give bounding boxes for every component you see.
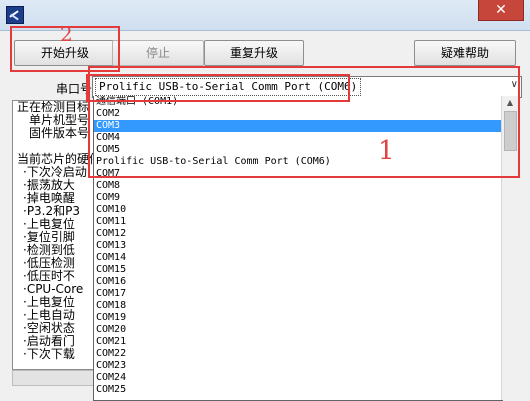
stop-button[interactable]: 停止 [112, 40, 204, 66]
repeat-upgrade-button[interactable]: 重复升级 [204, 40, 304, 66]
annotation-number-1: 1 [378, 136, 395, 166]
progress-bar [12, 370, 98, 386]
log-line: ·下次下载 [23, 347, 75, 361]
dropdown-option[interactable]: COM21 [94, 336, 502, 348]
dropdown-option[interactable]: COM12 [94, 228, 502, 240]
dropdown-option[interactable]: COM9 [94, 192, 502, 204]
dropdown-option[interactable]: COM23 [94, 360, 502, 372]
troubleshooting-help-button[interactable]: 疑难帮助 [414, 40, 516, 66]
annotation-number-2: 2 [60, 22, 73, 46]
dropdown-option[interactable]: COM8 [94, 180, 502, 192]
programmer-app-icon [6, 6, 24, 24]
dropdown-option[interactable]: COM24 [94, 372, 502, 384]
close-button[interactable]: ✕ [478, 0, 524, 21]
dropdown-option[interactable]: COM18 [94, 300, 502, 312]
dropdown-option[interactable]: COM19 [94, 312, 502, 324]
status-log-panel: 正在检测目标 单片机型号 固件版本号 当前芯片的硬件 ·下次冷启动 ·振荡放大 … [12, 100, 98, 370]
dropdown-option[interactable]: COM15 [94, 264, 502, 276]
dropdown-option[interactable]: COM17 [94, 288, 502, 300]
close-icon: ✕ [495, 2, 507, 18]
dropdown-option[interactable]: COM14 [94, 252, 502, 264]
dropdown-option[interactable]: COM22 [94, 348, 502, 360]
log-line: 固件版本号 [29, 126, 90, 140]
dropdown-option[interactable]: COM13 [94, 240, 502, 252]
dropdown-option[interactable]: COM11 [94, 216, 502, 228]
dropdown-option[interactable]: COM20 [94, 324, 502, 336]
dropdown-option[interactable]: COM10 [94, 204, 502, 216]
dropdown-option[interactable]: COM16 [94, 276, 502, 288]
dropdown-option[interactable]: COM25 [94, 384, 502, 396]
annotation-box-selected-port [86, 74, 350, 102]
